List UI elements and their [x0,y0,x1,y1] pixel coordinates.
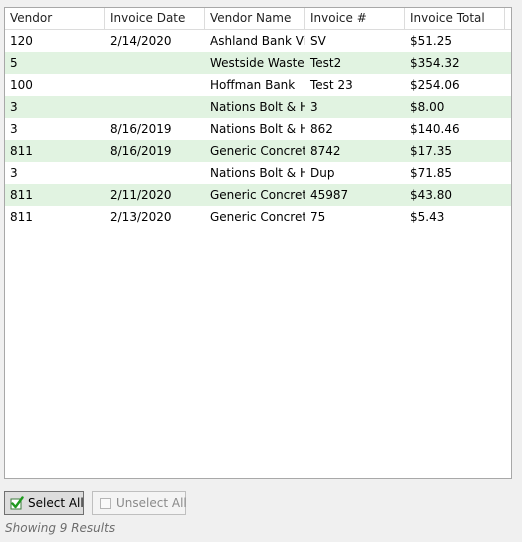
cell-vendor-name: Nations Bolt & Hardware [210,166,305,180]
cell-vendor-name: Ashland Bank Visa [210,34,305,48]
cell-vendor-name: Hoffman Bank [210,78,296,92]
cell-invoice-number: Test 23 [310,78,353,92]
table-row[interactable]: 811 2/13/2020 Generic Concrete 75 $5.43 [5,206,511,228]
cell-invoice-number: Dup [310,166,335,180]
cell-invoice-date: 8/16/2019 [110,144,172,158]
cell-invoice-date: 2/13/2020 [110,210,172,224]
cell-invoice-total: $71.85 [410,166,452,180]
cell-vendor: 811 [10,188,33,202]
table-row[interactable]: 811 2/11/2020 Generic Concrete 45987 $43.80 [5,184,511,206]
cell-vendor: 120 [10,34,33,48]
cell-invoice-date [105,74,205,96]
select-all-button[interactable]: Select All [4,491,84,515]
cell-invoice-total: $354.32 [410,56,460,70]
unselect-all-label: Unselect All [116,496,187,510]
cell-vendor: 3 [10,166,18,180]
cell-invoice-total: $8.00 [410,100,445,114]
cell-invoice-total: $51.25 [410,34,452,48]
cell-invoice-number: 3 [310,100,318,114]
results-count-status: Showing 9 Results [5,521,116,535]
invoice-grid[interactable]: Vendor Invoice Date Vendor Name Invoice … [4,7,512,479]
cell-invoice-date: 8/16/2019 [110,122,172,136]
cell-vendor: 3 [10,122,18,136]
cell-invoice-number: Test2 [310,56,342,70]
table-row[interactable]: 811 8/16/2019 Generic Concrete 8742 $17.35 [5,140,511,162]
cell-invoice-total: $5.43 [410,210,445,224]
table-row[interactable]: 3 Nations Bolt & Hardware Dup $71.85 [5,162,511,184]
cell-invoice-number: 75 [310,210,326,224]
cell-vendor: 100 [10,78,33,92]
cell-invoice-date: 2/11/2020 [110,188,172,202]
cell-invoice-total: $140.46 [410,122,460,136]
table-row[interactable]: 3 8/16/2019 Nations Bolt & Hardware 862 $140… [5,118,511,140]
column-header-vendor[interactable]: Vendor [5,8,105,29]
cell-invoice-total: $43.80 [410,188,452,202]
grid-header: Vendor Invoice Date Vendor Name Invoice … [5,8,511,30]
cell-vendor-name: Westside Waste Management [210,56,305,70]
cell-invoice-number: 8742 [310,144,341,158]
cell-vendor-name: Generic Concrete [210,188,305,202]
empty-checkbox-icon [100,498,111,509]
cell-invoice-total: $254.06 [410,78,460,92]
table-row[interactable]: 100 Hoffman Bank Test 23 $254.06 [5,74,511,96]
cell-invoice-number: SV [310,34,326,48]
cell-invoice-date [105,96,205,118]
cell-invoice-number: 45987 [310,188,349,202]
cell-vendor-name: Nations Bolt & Hardware [210,122,305,136]
cell-invoice-date [105,162,205,184]
cell-vendor: 811 [10,144,33,158]
cell-invoice-total: $17.35 [410,144,452,158]
cell-invoice-date: 2/14/2020 [110,34,172,48]
table-row[interactable]: 120 2/14/2020 Ashland Bank Visa SV $51.25 [5,30,511,52]
green-checkbox-icon [10,496,24,510]
select-all-label: Select All [28,496,84,510]
cell-vendor: 5 [10,56,18,70]
cell-vendor: 811 [10,210,33,224]
table-row[interactable]: 3 Nations Bolt & Hardware 3 $8.00 [5,96,511,118]
cell-vendor-name: Nations Bolt & Hardware [210,100,305,114]
cell-invoice-date [105,52,205,74]
column-header-invoice-date[interactable]: Invoice Date [105,8,205,29]
column-header-vendor-name[interactable]: Vendor Name [205,8,305,29]
cell-vendor-name: Generic Concrete [210,210,305,224]
table-row[interactable]: 5 Westside Waste Management Test2 $354.32 [5,52,511,74]
cell-invoice-number: 862 [310,122,333,136]
cell-vendor: 3 [10,100,18,114]
column-header-invoice-total[interactable]: Invoice Total [405,8,505,29]
cell-vendor-name: Generic Concrete [210,144,305,158]
unselect-all-button[interactable]: Unselect All [92,491,187,515]
column-header-invoice-number[interactable]: Invoice # [305,8,405,29]
